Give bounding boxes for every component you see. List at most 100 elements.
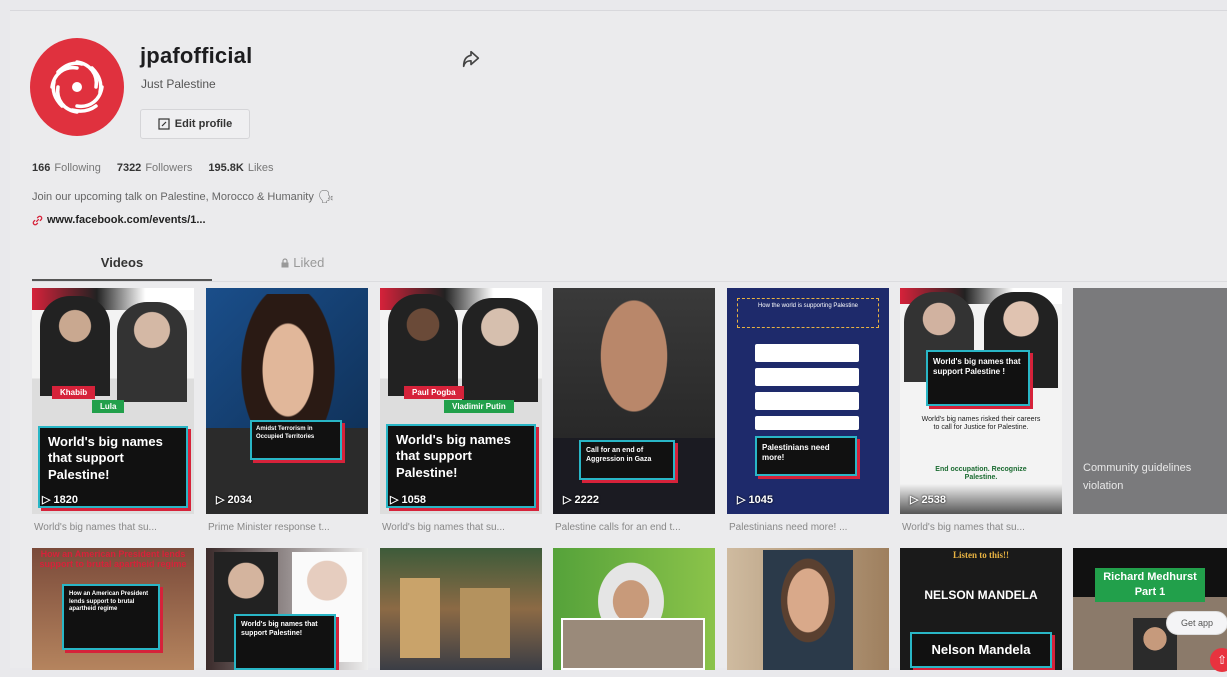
bio-text: Join our upcoming talk on Palestine, Mor… bbox=[32, 191, 314, 203]
emoji-icon: 🗣 bbox=[317, 189, 335, 204]
followers-label: Followers bbox=[145, 162, 193, 174]
video-overlay-text: How an American President lends support … bbox=[62, 584, 160, 650]
view-count-value: 1045 bbox=[748, 493, 773, 506]
lock-icon bbox=[281, 258, 289, 268]
video-overlay-text: Palestinians need more! bbox=[755, 436, 857, 476]
edit-profile-button[interactable]: Edit profile bbox=[140, 109, 250, 139]
tabs-divider bbox=[32, 281, 1227, 282]
video-sub-text: End occupation. Recognize Palestine. bbox=[935, 466, 1027, 482]
person-thumbnail bbox=[763, 550, 853, 670]
video-overlay-text: Call for an end of Aggression in Gaza bbox=[579, 440, 675, 480]
name-tag: Khabib bbox=[52, 386, 96, 399]
view-count-value: 2538 bbox=[921, 493, 946, 506]
list-graphic bbox=[755, 416, 859, 430]
view-count: ▷ 2222 bbox=[563, 493, 599, 507]
video-card[interactable]: How an American President lends support … bbox=[32, 548, 194, 670]
video-card[interactable]: How the world is supporting Palestine Pa… bbox=[727, 288, 889, 514]
person-thumbnail bbox=[117, 302, 187, 402]
video-card[interactable]: Amidst Terrorism in Occupied Territories… bbox=[206, 288, 368, 514]
video-sub-text: World's big names risked their careers t… bbox=[921, 416, 1041, 432]
get-app-button[interactable]: Get app bbox=[1166, 611, 1227, 635]
view-count-value: 2222 bbox=[574, 493, 599, 506]
avatar[interactable] bbox=[30, 38, 124, 136]
video-card[interactable] bbox=[553, 548, 715, 670]
video-card[interactable]: Paul Pogba Vladimir Putin World's big na… bbox=[380, 288, 542, 514]
profile-stats: 166 Following 7322 Followers 195.8K Likes bbox=[32, 162, 274, 174]
video-overlay-text: Richard Medhurst Part 1 bbox=[1095, 568, 1205, 602]
view-count-value: 2034 bbox=[227, 493, 252, 506]
video-title-text: NELSON MANDELA bbox=[924, 588, 1038, 602]
video-caption[interactable]: World's big names that su... bbox=[902, 522, 1064, 533]
name-tag: Paul Pogba bbox=[404, 386, 464, 399]
view-count: ▷ 2034 bbox=[216, 493, 252, 507]
likes-count: 195.8K bbox=[208, 162, 244, 174]
play-icon: ▷ bbox=[390, 494, 399, 506]
username: jpafofficial bbox=[140, 43, 253, 68]
building-thumbnail bbox=[400, 578, 440, 658]
share-icon[interactable] bbox=[460, 48, 482, 70]
building-thumbnail bbox=[460, 588, 510, 658]
video-card[interactable]: Listen to this!! NELSON MANDELA Nelson M… bbox=[900, 548, 1062, 670]
view-count: ▷ 1820 bbox=[42, 493, 78, 507]
profile-link[interactable]: www.facebook.com/events/1... bbox=[32, 214, 206, 226]
bio: Join our upcoming talk on Palestine, Mor… bbox=[32, 189, 334, 205]
following-stat[interactable]: 166 Following bbox=[32, 162, 101, 174]
video-card[interactable]: Richard Medhurst Part 1 bbox=[1073, 548, 1227, 670]
play-icon: ▷ bbox=[563, 494, 572, 506]
list-graphic bbox=[755, 344, 859, 362]
list-graphic bbox=[755, 392, 859, 410]
video-card[interactable]: Community guidelines violation bbox=[1073, 288, 1227, 514]
followers-stat[interactable]: 7322 Followers bbox=[117, 162, 193, 174]
photo-thumbnail bbox=[561, 618, 705, 670]
person-thumbnail bbox=[40, 296, 110, 396]
tab-videos[interactable]: Videos bbox=[32, 251, 212, 281]
video-caption[interactable]: Palestinians need more! ... bbox=[729, 522, 891, 533]
video-caption[interactable]: World's big names that su... bbox=[382, 522, 544, 533]
edit-icon bbox=[158, 118, 170, 130]
scroll-top-button[interactable]: ⇧ bbox=[1210, 648, 1227, 672]
video-card[interactable]: Call for an end of Aggression in Gaza ▷ 2… bbox=[553, 288, 715, 514]
page: jpafofficial Just Palestine Edit profile… bbox=[0, 0, 1227, 677]
view-count-value: 1058 bbox=[401, 493, 426, 506]
video-card[interactable] bbox=[727, 548, 889, 670]
video-card[interactable]: Khabib Lula World's big names that suppo… bbox=[32, 288, 194, 514]
video-overlay-text: World's big names that support Palestine… bbox=[234, 614, 336, 670]
tab-liked[interactable]: Liked bbox=[212, 251, 392, 281]
video-card[interactable]: World's big names that support Palestine… bbox=[206, 548, 368, 670]
video-card[interactable]: World's big names that support Palestine… bbox=[900, 288, 1062, 514]
nickname: Just Palestine bbox=[141, 77, 216, 91]
view-count: ▷ 2538 bbox=[910, 493, 946, 507]
likes-label: Likes bbox=[247, 162, 274, 174]
following-count: 166 bbox=[32, 162, 51, 174]
video-overlay-text: Amidst Terrorism in Occupied Territories bbox=[250, 420, 342, 460]
video-caption[interactable]: World's big names that su... bbox=[34, 522, 196, 533]
swirl-logo-icon bbox=[50, 60, 104, 114]
person-thumbnail bbox=[573, 288, 695, 458]
list-graphic bbox=[755, 368, 859, 386]
likes-stat: 195.8K Likes bbox=[208, 162, 273, 174]
view-count-value: 1820 bbox=[53, 493, 78, 506]
profile-tabs: Videos Liked bbox=[32, 251, 392, 281]
video-overlay-text: World's big names that support Palestine… bbox=[926, 350, 1030, 406]
video-caption[interactable]: Prime Minister response t... bbox=[208, 522, 370, 533]
view-count: ▷ 1058 bbox=[390, 493, 426, 507]
tab-liked-label: Liked bbox=[293, 255, 325, 270]
play-icon: ▷ bbox=[42, 494, 51, 506]
video-header-text: Listen to this!! bbox=[953, 550, 1009, 560]
video-header-text: How the world is supporting Palestine bbox=[737, 298, 879, 328]
link-icon bbox=[32, 215, 43, 225]
edit-profile-label: Edit profile bbox=[174, 118, 233, 130]
video-header-text: How an American President lends support … bbox=[39, 550, 187, 569]
name-tag: Lula bbox=[92, 400, 125, 413]
video-caption[interactable]: Palestine calls for an end t... bbox=[555, 522, 717, 533]
profile-link-text: www.facebook.com/events/1... bbox=[47, 214, 206, 226]
play-icon: ▷ bbox=[910, 494, 919, 506]
followers-count: 7322 bbox=[116, 162, 142, 174]
view-count: ▷ 1045 bbox=[737, 493, 773, 507]
arrow-up-icon: ⇧ bbox=[1216, 653, 1227, 667]
person-thumbnail bbox=[462, 298, 538, 402]
video-card[interactable] bbox=[380, 548, 542, 670]
person-thumbnail bbox=[388, 294, 458, 396]
following-label: Following bbox=[54, 162, 101, 174]
guideline-violation-text: Community guidelines violation bbox=[1083, 462, 1192, 492]
